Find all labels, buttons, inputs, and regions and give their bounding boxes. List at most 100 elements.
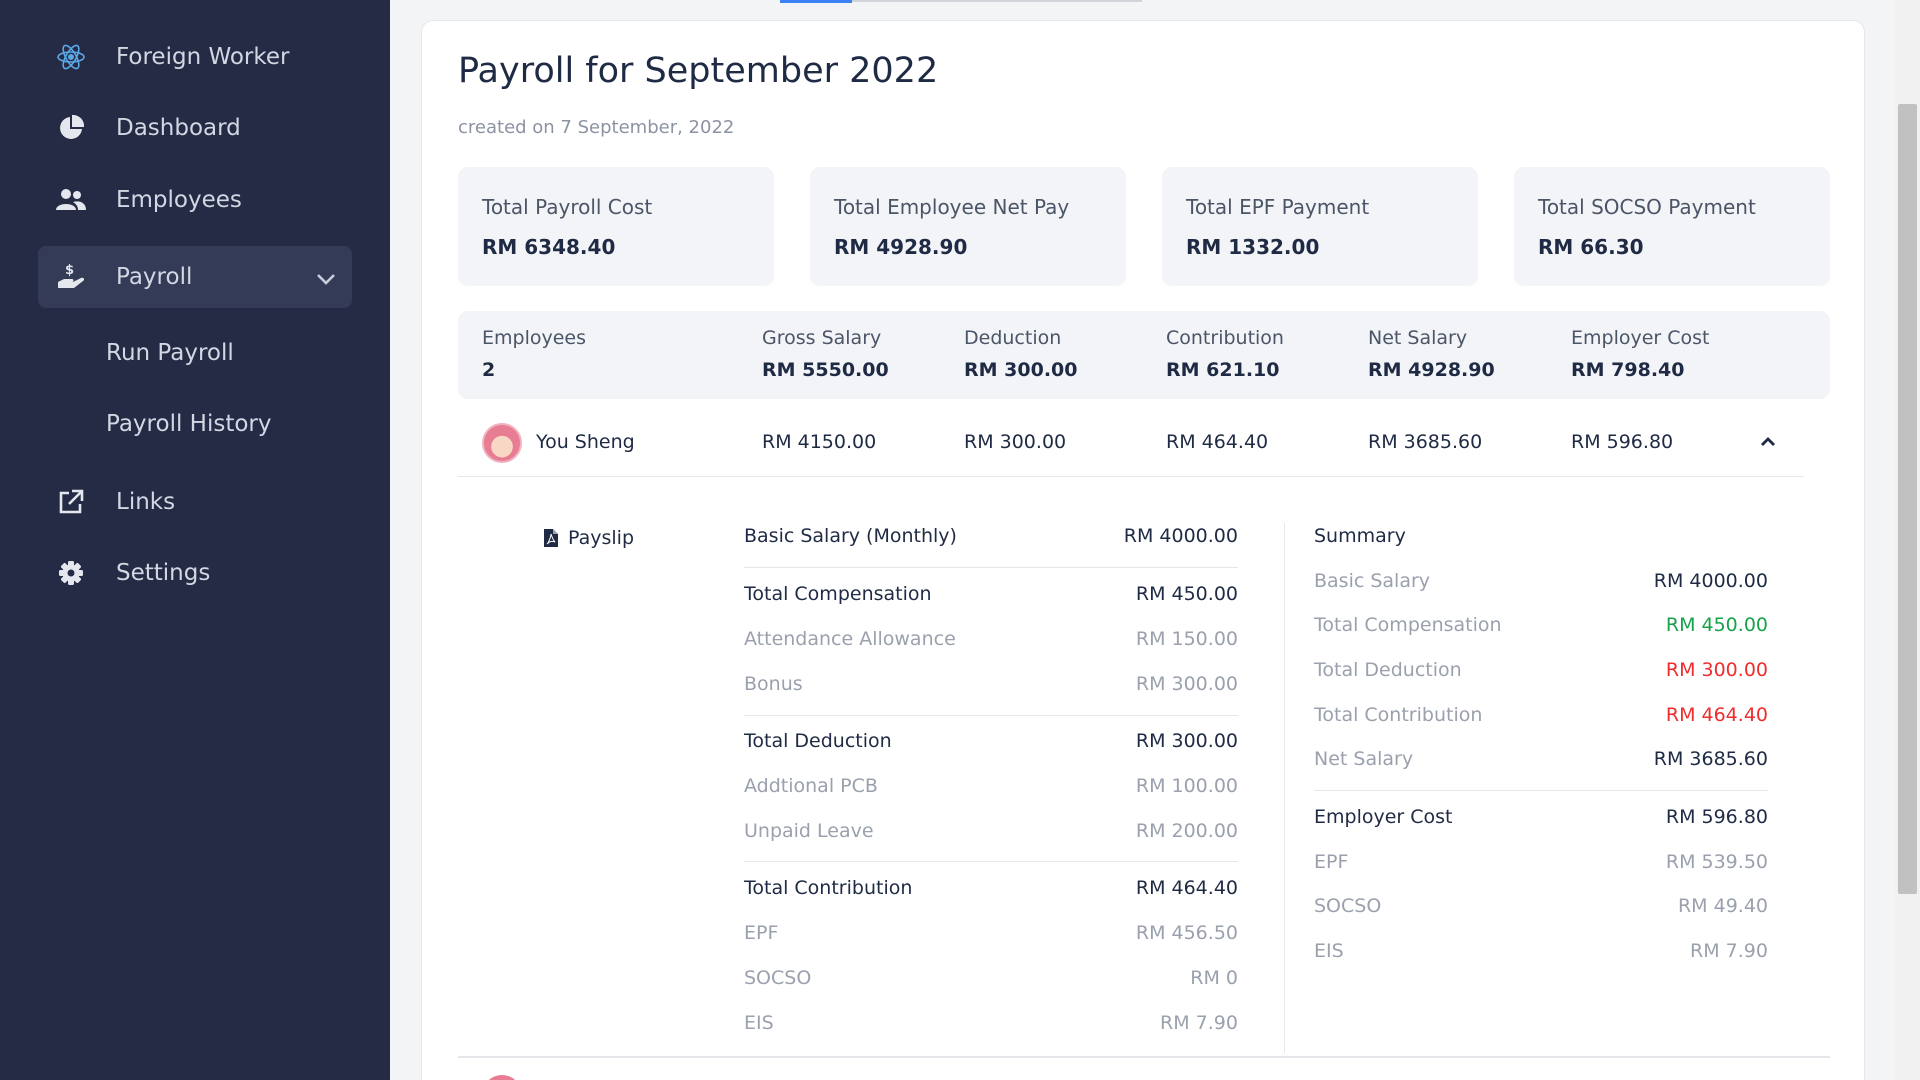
payroll-summary-bar: Employees 2 Gross Salary RM 5550.00 Dedu… [458, 311, 1830, 399]
row-value: RM 450.00 [1135, 583, 1238, 605]
compensation-item-row: Bonus RM 300.00 [744, 673, 1238, 703]
chevron-up-icon[interactable] [1760, 433, 1776, 452]
row-label: EPF [1314, 851, 1349, 873]
payslip-link[interactable]: Payslip [544, 527, 634, 549]
row-label: Unpaid Leave [744, 820, 874, 842]
payroll-card: Payroll for September 2022 created on 7 … [421, 20, 1865, 1080]
sidebar-item-label: Links [116, 489, 176, 515]
summary-net-label: Net Salary [1368, 327, 1468, 349]
scrollbar-thumb[interactable] [1898, 104, 1917, 894]
stat-total-socso-payment: Total SOCSO Payment RM 66.30 [1514, 167, 1830, 286]
row-label: Employer Cost [1314, 806, 1453, 828]
hand-dollar-icon: $ [56, 262, 86, 292]
tab-indicator-active [780, 0, 852, 3]
stat-value: RM 1332.00 [1186, 235, 1320, 259]
summary-contribution-label: Contribution [1166, 327, 1284, 349]
sidebar-item-dashboard[interactable]: Dashboard [38, 97, 352, 159]
row-value: RM 456.50 [1135, 922, 1238, 944]
row-value: RM 300.00 [1135, 730, 1238, 752]
row-value: RM 0 [1190, 967, 1238, 989]
divider [744, 715, 1238, 716]
employer-item-row: SOCSO RM 49.40 [1314, 895, 1768, 925]
row-value: RM 450.00 [1665, 614, 1768, 636]
payslip-label: Payslip [568, 527, 635, 549]
sidebar-item-employees[interactable]: Employees [38, 169, 352, 231]
summary-row: Total Contribution RM 464.40 [1314, 704, 1768, 734]
row-value: RM 3685.60 [1653, 748, 1768, 770]
row-value: RM 100.00 [1135, 775, 1238, 797]
section-title: Summary [1314, 525, 1406, 547]
divider [744, 861, 1238, 862]
row-label: EIS [744, 1012, 774, 1034]
summary-gross-value: RM 5550.00 [762, 359, 889, 381]
sidebar-item-payroll[interactable]: $ Payroll [38, 246, 352, 308]
summary-row: Net Salary RM 3685.60 [1314, 748, 1768, 778]
sidebar-subitem-payroll-history[interactable]: Payroll History [106, 411, 271, 437]
gear-icon [56, 558, 86, 588]
row-label: Total Contribution [744, 877, 913, 899]
sidebar-item-settings[interactable]: Settings [38, 542, 352, 604]
summary-deduction-value: RM 300.00 [964, 359, 1078, 381]
tab-indicator [852, 0, 1142, 2]
employee-employer-cost: RM 596.80 [1571, 431, 1674, 453]
total-compensation-row: Total Compensation RM 450.00 [744, 583, 1238, 613]
summary-net-value: RM 4928.90 [1368, 359, 1495, 381]
basic-salary-row: Basic Salary (Monthly) RM 4000.00 [744, 525, 1238, 555]
row-value: RM 300.00 [1135, 673, 1238, 695]
stat-total-employee-net-pay: Total Employee Net Pay RM 4928.90 [810, 167, 1126, 286]
row-label: Total Deduction [1314, 659, 1462, 681]
employee-row[interactable]: You Sheng RM 4150.00 RM 300.00 RM 464.40… [458, 407, 1804, 477]
row-label: EPF [744, 922, 779, 944]
row-label: Net Salary [1314, 748, 1414, 770]
stat-value: RM 4928.90 [834, 235, 968, 259]
total-deduction-row: Total Deduction RM 300.00 [744, 730, 1238, 760]
row-value: RM 596.80 [1665, 806, 1768, 828]
row-label: EIS [1314, 940, 1344, 962]
stat-total-payroll-cost: Total Payroll Cost RM 6348.40 [458, 167, 774, 286]
react-atom-icon [56, 42, 86, 72]
divider [744, 567, 1238, 568]
row-label: Addtional PCB [744, 775, 878, 797]
stat-value: RM 66.30 [1538, 235, 1644, 259]
compensation-item-row: Attendance Allowance RM 150.00 [744, 628, 1238, 658]
summary-gross-label: Gross Salary [762, 327, 882, 349]
employer-item-row: EIS RM 7.90 [1314, 940, 1768, 970]
divider [1314, 790, 1768, 791]
row-label: Total Compensation [744, 583, 932, 605]
stat-total-epf-payment: Total EPF Payment RM 1332.00 [1162, 167, 1478, 286]
row-label: Total Compensation [1314, 614, 1502, 636]
row-label: Basic Salary [1314, 570, 1431, 592]
contribution-item-row: EPF RM 456.50 [744, 922, 1238, 952]
summary-row: Basic Salary RM 4000.00 [1314, 570, 1768, 600]
summary-row: Total Compensation RM 450.00 [1314, 614, 1768, 644]
avatar [482, 1075, 522, 1080]
employee-contribution: RM 464.40 [1166, 431, 1269, 453]
employer-cost-row: Employer Cost RM 596.80 [1314, 806, 1768, 836]
page-title: Payroll for September 2022 [458, 51, 939, 91]
row-value: RM 300.00 [1665, 659, 1768, 681]
row-label: Total Deduction [744, 730, 892, 752]
sidebar-item-links[interactable]: Links [38, 471, 352, 533]
row-label: SOCSO [744, 967, 812, 989]
deduction-item-row: Unpaid Leave RM 200.00 [744, 820, 1238, 850]
row-label: Total Contribution [1314, 704, 1483, 726]
summary-contribution-value: RM 621.10 [1166, 359, 1280, 381]
summary-employer-label: Employer Cost [1571, 327, 1710, 349]
row-label: SOCSO [1314, 895, 1382, 917]
employer-item-row: EPF RM 539.50 [1314, 851, 1768, 881]
chevron-down-icon[interactable] [316, 266, 336, 292]
summary-row: Total Deduction RM 300.00 [1314, 659, 1768, 689]
pdf-file-icon [544, 529, 558, 547]
sidebar-item-label: Foreign Worker [116, 44, 290, 70]
deduction-item-row: Addtional PCB RM 100.00 [744, 775, 1238, 805]
stat-label: Total Payroll Cost [482, 195, 653, 219]
vertical-divider [1284, 523, 1285, 1053]
sidebar-item-foreign-worker[interactable]: Foreign Worker [38, 26, 352, 88]
summary-employees-label: Employees [482, 327, 586, 349]
row-value: RM 49.40 [1677, 895, 1768, 917]
sidebar-subitem-run-payroll[interactable]: Run Payroll [106, 340, 234, 366]
summary-employer-value: RM 798.40 [1571, 359, 1685, 381]
stat-value: RM 6348.40 [482, 235, 616, 259]
employee-detail-panel: Payslip Basic Salary (Monthly) RM 4000.0… [458, 501, 1830, 1061]
employee-deduction: RM 300.00 [964, 431, 1067, 453]
